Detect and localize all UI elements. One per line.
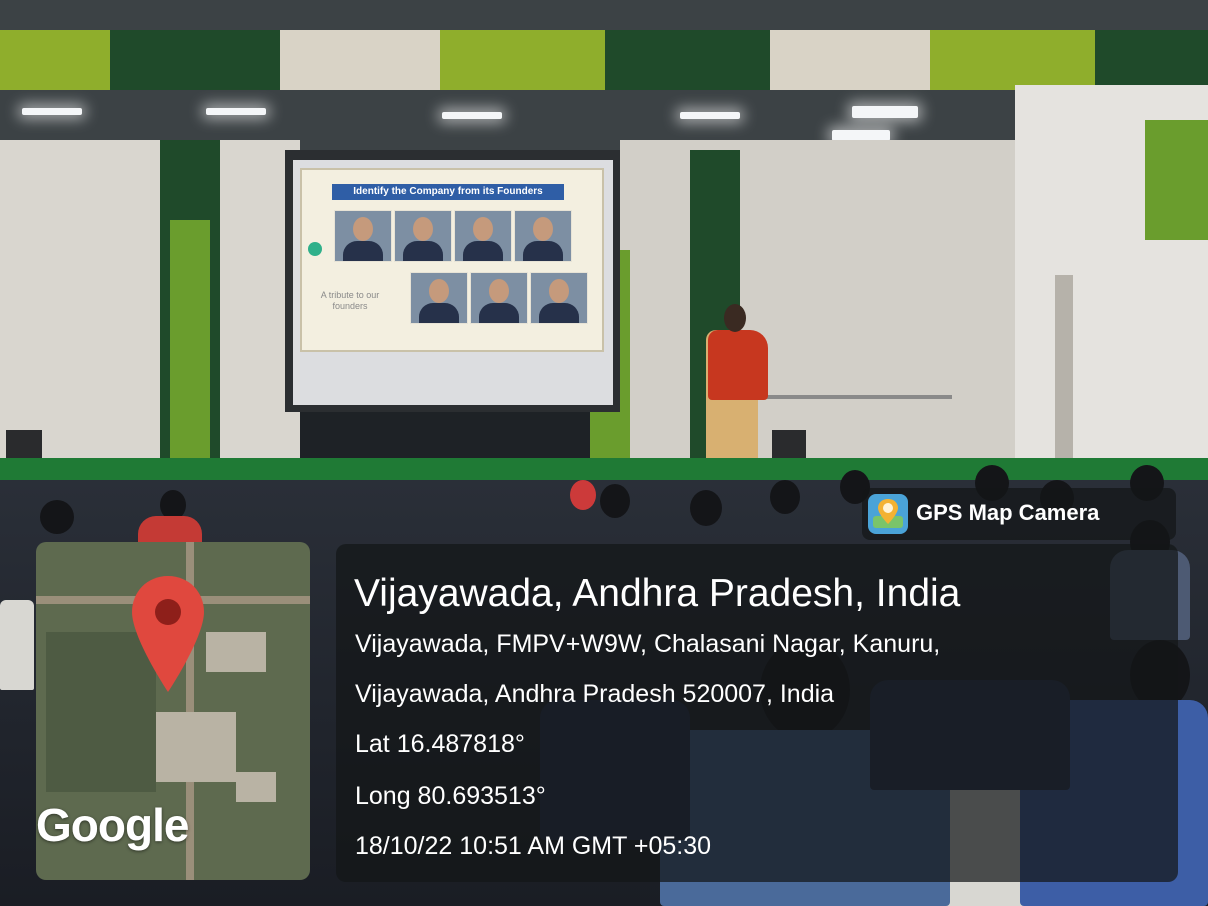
stage-table xyxy=(760,395,952,399)
presenter-sari-border xyxy=(708,330,768,400)
chair xyxy=(0,600,34,690)
founder-photo xyxy=(454,210,512,262)
ceiling-band xyxy=(605,30,770,90)
presenter-head xyxy=(724,304,746,332)
center-wall xyxy=(620,140,1020,470)
ceiling-band xyxy=(1095,30,1208,90)
ceiling-light xyxy=(22,108,82,115)
ceiling-band xyxy=(0,30,110,90)
photo-scene: Identify the Company from its Founders A… xyxy=(0,0,1208,906)
slide-title: Identify the Company from its Founders xyxy=(332,184,564,200)
gps-app-badge: GPS Map Camera xyxy=(862,488,1176,540)
map-building xyxy=(236,772,276,802)
location-title: Vijayawada, Andhra Pradesh, India xyxy=(354,572,961,615)
ceiling-band xyxy=(280,30,440,90)
ceiling-light xyxy=(442,112,502,119)
ceiling-light xyxy=(852,106,918,118)
founder-photo xyxy=(410,272,468,324)
address-line-1: Vijayawada, FMPV+W9W, Chalasani Nagar, K… xyxy=(355,630,941,658)
presentation-slide: Identify the Company from its Founders A… xyxy=(300,168,604,352)
ceiling-light xyxy=(680,112,740,119)
gps-camera-icon xyxy=(868,494,908,534)
timestamp: 18/10/22 10:51 AM GMT +05:30 xyxy=(355,832,712,860)
map-thumbnail: Google xyxy=(36,542,310,880)
gps-app-label: GPS Map Camera xyxy=(916,500,1100,525)
audience-head xyxy=(600,484,630,518)
founder-photo xyxy=(470,272,528,324)
longitude: Long 80.693513° xyxy=(355,782,546,810)
ceiling-band xyxy=(770,30,930,90)
latitude: Lat 16.487818° xyxy=(355,730,525,758)
map-building xyxy=(156,712,236,782)
founder-photo xyxy=(530,272,588,324)
google-logo: Google xyxy=(36,799,189,851)
audience-head xyxy=(570,480,596,510)
map-building xyxy=(206,632,266,672)
wall-stripe xyxy=(170,220,210,470)
audience-head xyxy=(690,490,722,526)
map-pin-icon xyxy=(128,574,208,694)
founder-photo xyxy=(514,210,572,262)
founder-photo xyxy=(334,210,392,262)
left-wall xyxy=(0,140,300,470)
audience-head xyxy=(770,480,800,514)
slide-tribute-text: A tribute to our founders xyxy=(320,290,380,311)
location-info-card: Vijayawada, Andhra Pradesh, India Vijaya… xyxy=(336,544,1178,882)
wall-stripe xyxy=(1145,120,1208,240)
founder-photo xyxy=(394,210,452,262)
ceiling-light xyxy=(206,108,266,115)
ceiling-band xyxy=(110,30,280,90)
address-line-2: Vijayawada, Andhra Pradesh 520007, India xyxy=(355,680,835,708)
audience-head xyxy=(40,500,74,534)
slide-logo-icon xyxy=(308,242,322,256)
ceiling-band xyxy=(930,30,1095,90)
ceiling-band xyxy=(440,30,605,90)
doorway xyxy=(1055,275,1073,470)
